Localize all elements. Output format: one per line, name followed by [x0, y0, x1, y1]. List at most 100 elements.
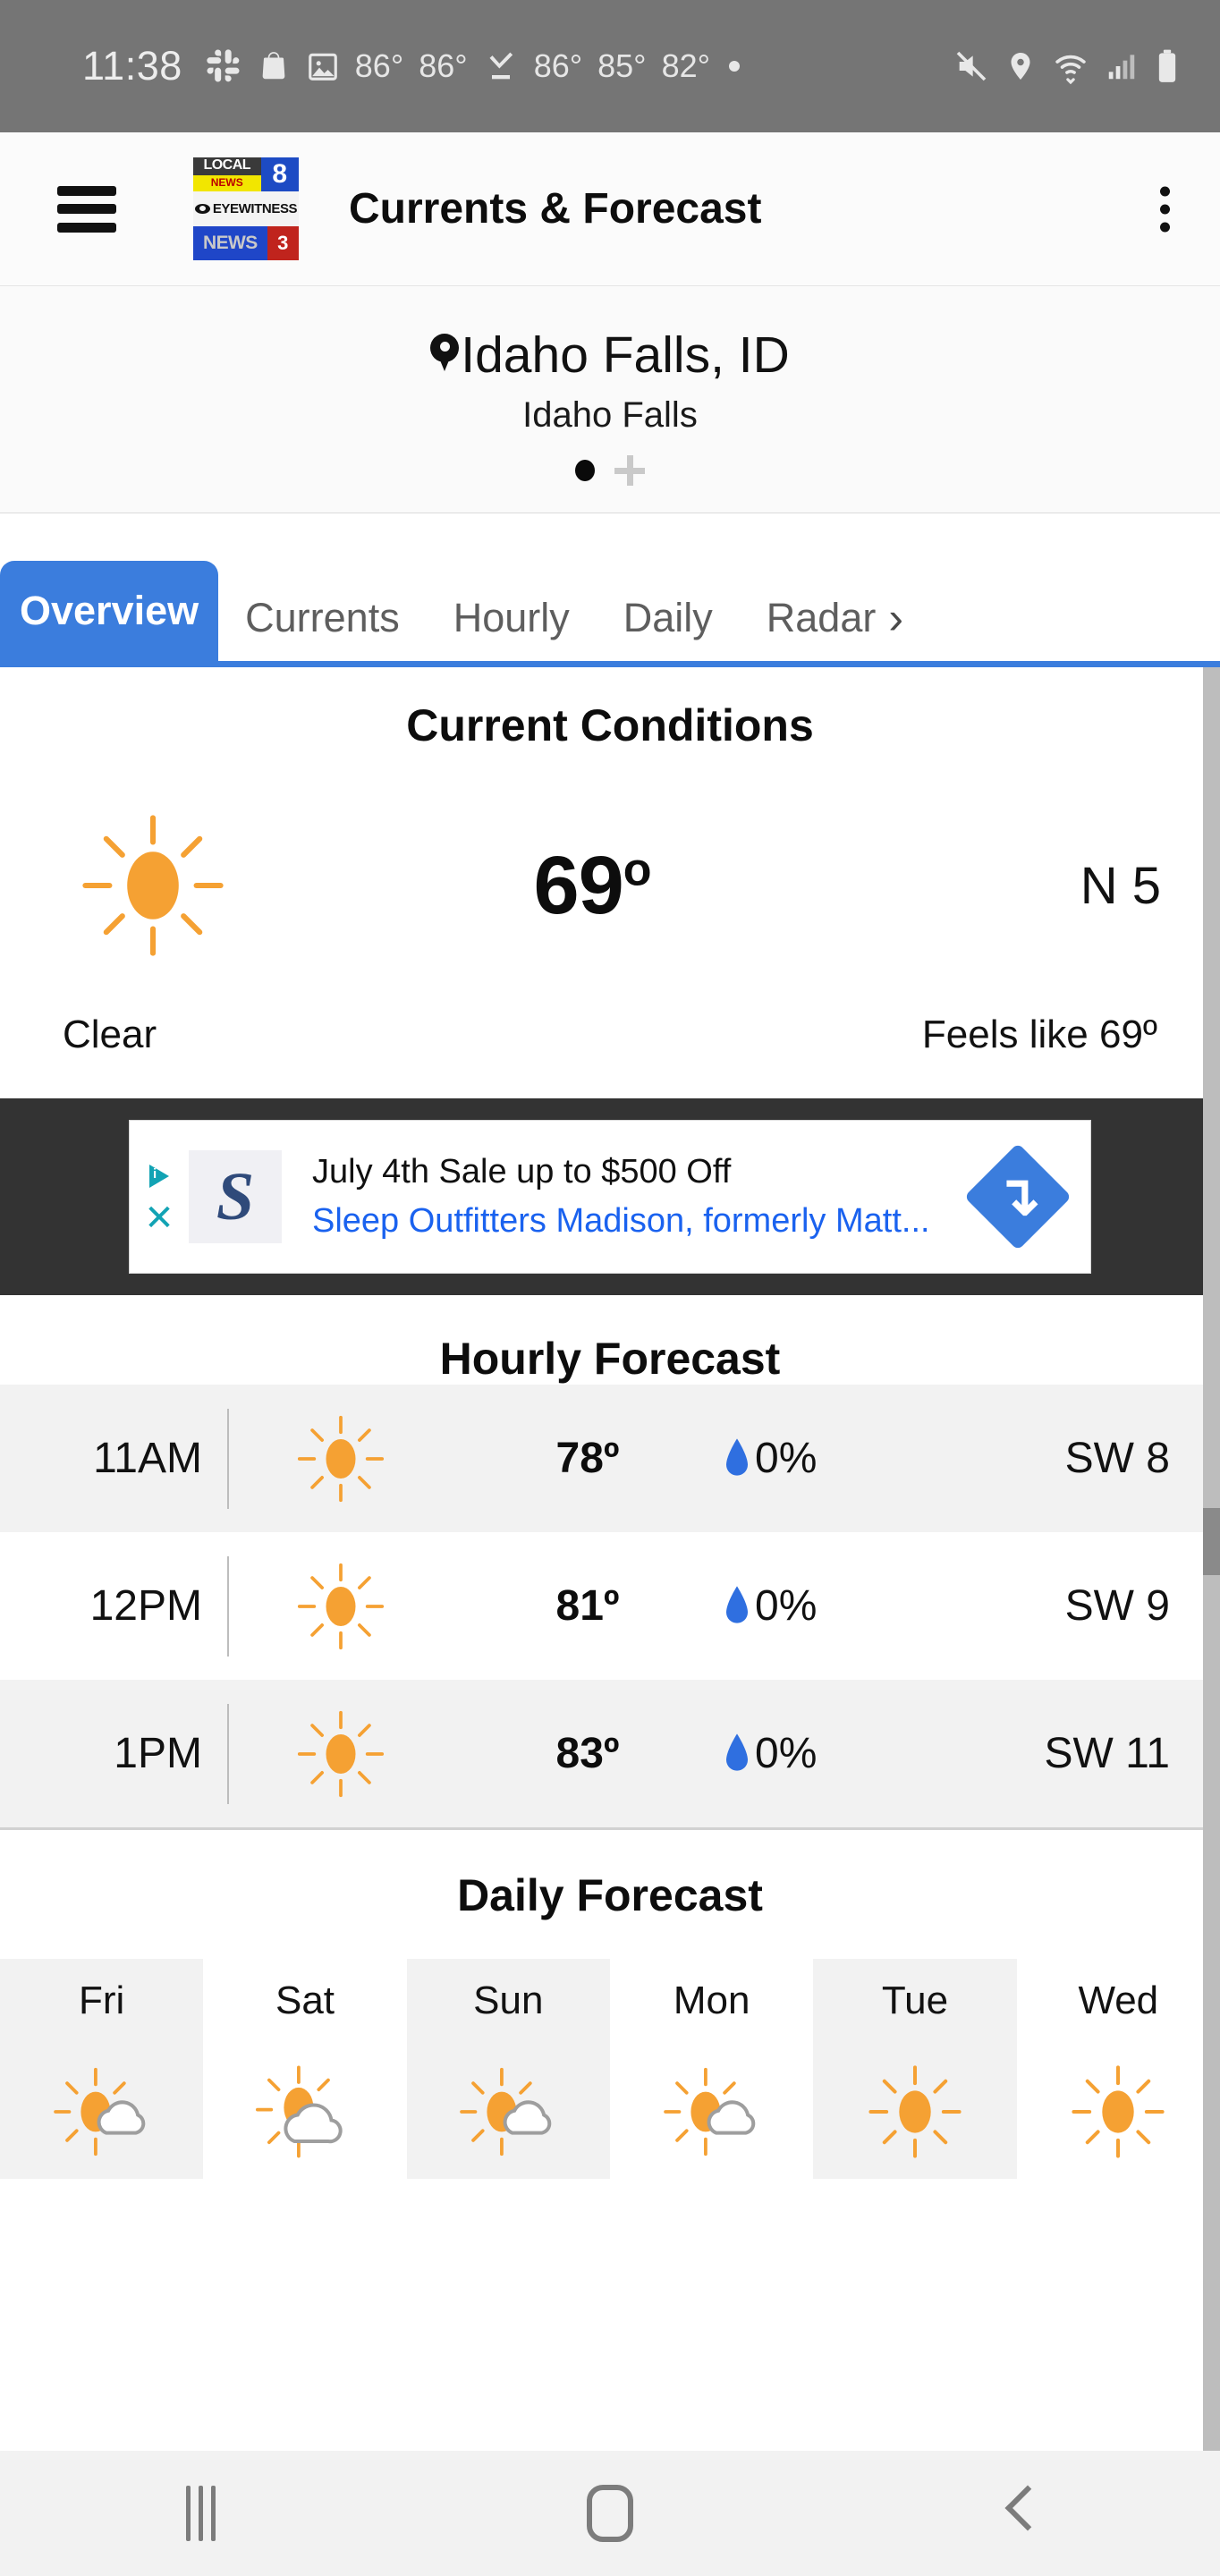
hourly-wind: SW 9 [1064, 1582, 1170, 1630]
current-temperature: 69o [247, 839, 937, 933]
recents-bar [210, 2486, 216, 2541]
add-location-button[interactable] [614, 455, 645, 486]
tab-currents[interactable]: Currents [218, 575, 427, 661]
hourly-temperature: 83º [555, 1730, 620, 1777]
logo-local-news-8: LOCAL NEWS 8 [193, 157, 299, 192]
hamburger-menu-icon[interactable] [57, 185, 116, 233]
kebab-dot [1160, 204, 1170, 214]
hourly-temperature: 81º [555, 1582, 620, 1630]
scrollbar-thumb[interactable] [1203, 1508, 1220, 1575]
logo-news-3: NEWS 3 [193, 225, 299, 261]
logo-local-label: LOCAL [203, 157, 251, 174]
shopping-bag-icon [257, 49, 291, 83]
tab-hourly[interactable]: Hourly [427, 575, 597, 661]
location-pin-icon [430, 334, 460, 373]
more-options-icon[interactable] [1160, 186, 1170, 232]
daily-column[interactable]: Sat [203, 1959, 406, 2179]
sun-icon [229, 1410, 453, 1508]
advertisement-container[interactable]: ✕ S July 4th Sale up to $500 Off Sleep O… [0, 1098, 1220, 1295]
hourly-forecast-section: Hourly Forecast 11AM 78º 0% SW 8 12PM 81… [0, 1295, 1220, 1827]
tab-daily[interactable]: Daily [597, 575, 740, 661]
hourly-forecast-title: Hourly Forecast [439, 1334, 781, 1384]
status-temp-3: 86° [533, 47, 583, 84]
location-pager [0, 455, 1220, 486]
back-icon[interactable] [1004, 2488, 1035, 2538]
logo-three-label: 3 [267, 225, 299, 261]
current-condition-label: Clear [63, 1013, 157, 1056]
cloud-sun-icon [203, 2054, 406, 2170]
wifi-icon [1052, 47, 1089, 85]
download-complete-icon [483, 48, 519, 84]
daily-day-name: Sun [473, 1979, 544, 2022]
sun-icon [59, 805, 247, 966]
pager-dot-active[interactable] [575, 460, 595, 481]
daily-forecast-title: Daily Forecast [457, 1870, 763, 1920]
logo-news3-label: NEWS [203, 233, 258, 254]
daily-day-name: Sat [275, 1979, 335, 2022]
arrow-forward-icon[interactable]: ↴ [963, 1142, 1072, 1251]
phone-screen: 11:38 86° 86° 86° 85° 82° LOCAL NEWS 8 E… [0, 0, 1220, 2576]
degree-symbol: o [623, 843, 652, 895]
ad-advertiser-name[interactable]: Sleep Outfitters Madison, formerly Matt.… [312, 1202, 965, 1241]
hourly-row[interactable]: 11AM 78º 0% SW 8 [0, 1385, 1220, 1532]
adchoices-icon[interactable] [149, 1165, 169, 1188]
current-conditions-title: Current Conditions [406, 700, 814, 750]
sun-cloud-icon [407, 2054, 610, 2170]
close-icon[interactable]: ✕ [144, 1200, 174, 1236]
current-temp-value: 69 [533, 839, 623, 931]
location-city: Idaho Falls, ID [461, 326, 790, 384]
logo-news-label: NEWS [210, 176, 243, 190]
recents-icon[interactable] [185, 2486, 216, 2541]
cta-arrow-glyph: ↴ [995, 1165, 1041, 1227]
hamburger-line [57, 222, 116, 233]
hourly-wind: SW 8 [1064, 1435, 1170, 1482]
hourly-time: 11AM [50, 1408, 229, 1509]
daily-column[interactable]: Mon [610, 1959, 813, 2179]
hourly-wind: SW 11 [1044, 1730, 1170, 1777]
sun-icon [813, 2054, 1016, 2170]
ad-controls: ✕ [130, 1121, 189, 1273]
daily-column[interactable]: Fri [0, 1959, 204, 2179]
hourly-time: 12PM [50, 1555, 229, 1657]
status-bar: 11:38 86° 86° 86° 85° 82° [0, 0, 1220, 132]
tab-radar[interactable]: Radar [740, 575, 903, 661]
ad-headline: July 4th Sale up to $500 Off [312, 1153, 732, 1191]
logo-eyewitness-label: EYEWITNESS [212, 200, 298, 216]
daily-forecast-grid: Fri Sat Sun Mon Tue Wed [0, 1959, 1220, 2179]
sun-icon [1017, 2054, 1220, 2170]
sun-cloud-icon [0, 2054, 203, 2170]
sun-icon [229, 1557, 453, 1656]
location-header[interactable]: Idaho Falls, ID Idaho Falls [0, 286, 1220, 513]
hourly-row[interactable]: 1PM 83º 0% SW 11 [0, 1680, 1220, 1827]
hamburger-line [57, 185, 116, 196]
sun-icon [229, 1705, 453, 1803]
page-title: Currents & Forecast [349, 185, 762, 233]
tab-list: Overview Currents Hourly Daily Radar › [0, 561, 1220, 661]
chevron-right-icon[interactable]: › [888, 575, 909, 661]
recents-bar [198, 2486, 203, 2541]
status-temp-1: 86° [354, 47, 404, 84]
scrollbar-track[interactable] [1203, 667, 1220, 2451]
logo-eight-label: 8 [260, 157, 299, 192]
current-wind: N 5 [1080, 856, 1161, 915]
home-icon[interactable] [586, 2485, 633, 2542]
daily-day-name: Tue [881, 1979, 949, 2022]
logo-local-news-text: LOCAL NEWS [193, 157, 261, 192]
daily-day-name: Wed [1078, 1979, 1159, 2022]
daily-column[interactable]: Sun [406, 1959, 610, 2179]
scroll-content[interactable]: Current Conditions 69o N 5 Clear Feels l… [0, 667, 1220, 2451]
hourly-time: 1PM [50, 1703, 229, 1804]
recents-bar [185, 2486, 191, 2541]
hourly-temperature: 78º [555, 1435, 620, 1482]
location-icon [1004, 50, 1037, 82]
water-droplet-icon [723, 1733, 751, 1775]
android-navigation-bar [0, 2451, 1220, 2576]
tab-bar: Overview Currents Hourly Daily Radar › [0, 513, 1220, 667]
water-droplet-icon [723, 1585, 751, 1627]
daily-column[interactable]: Wed [1017, 1959, 1220, 2179]
advertisement-card[interactable]: ✕ S July 4th Sale up to $500 Off Sleep O… [129, 1120, 1091, 1274]
daily-column[interactable]: Tue [813, 1959, 1017, 2179]
hourly-row[interactable]: 12PM 81º 0% SW 9 [0, 1532, 1220, 1680]
status-clock: 11:38 [82, 43, 182, 89]
tab-overview[interactable]: Overview [0, 561, 219, 661]
